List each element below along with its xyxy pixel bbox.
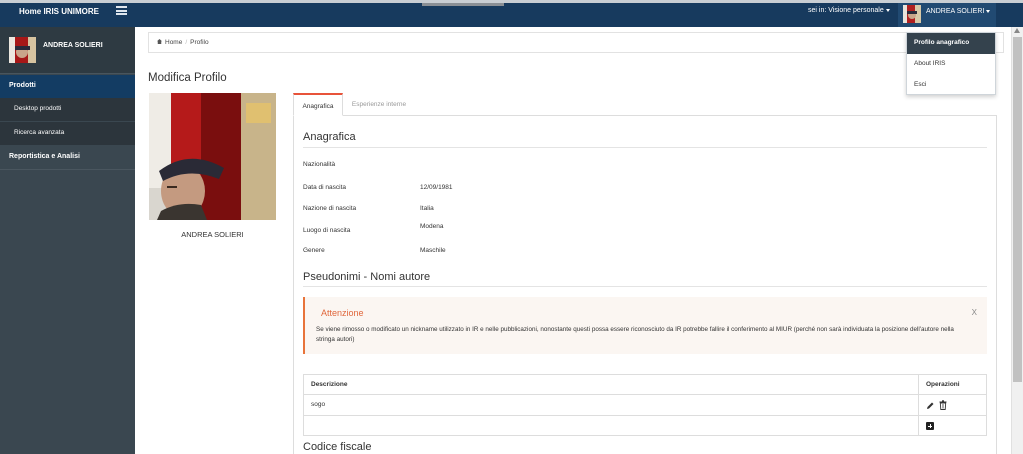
hamburger-menu-icon[interactable] [116,6,127,15]
field-label-nazionalita: Nazionalità [303,161,336,168]
add-plus-icon[interactable] [926,422,934,430]
window-tab-handle [422,3,504,6]
sidebar-profile[interactable]: ANDREA SOLIERI [0,27,135,74]
page-title: Modifica Profilo [148,72,227,84]
menu-item-profilo-anagrafico[interactable]: Profilo anagrafico [907,33,995,54]
column-header-descrizione: Descrizione [311,381,348,388]
field-value-luogo-nascita: Modena [420,223,444,230]
menu-item-esci[interactable]: Esci [907,75,995,96]
chevron-down-icon [885,8,890,12]
vertical-scrollbar[interactable] [1011,27,1023,454]
table-header: Descrizione Operazioni [304,375,986,395]
edit-pencil-icon[interactable] [926,401,934,410]
chevron-down-icon [986,9,991,13]
tab-anagrafica[interactable]: Anagrafica [293,93,343,116]
pseudonym-description: sogo [311,401,326,408]
session-dropdown[interactable]: sei in: Visione personale [808,7,890,14]
pseudonimi-table: Descrizione Operazioni sogo [303,374,987,436]
sidebar-item-ricerca-avanzata[interactable]: Ricerca avanzata [0,122,135,145]
user-menu-toggle[interactable]: ANDREA SOLIERI [898,3,996,27]
scrollbar-thumb[interactable] [1013,37,1022,382]
profile-photo [149,93,276,220]
alert-title: Attenzione [321,308,364,318]
table-row: sogo [304,395,986,416]
alert-message: Se viene rimosso o modificato un nicknam… [316,326,954,343]
section-divider [303,147,987,148]
user-avatar [903,5,921,23]
section-title-anagrafica: Anagrafica [303,131,356,143]
sidebar: ANDREA SOLIERI Prodotti Desktop prodotti… [0,27,135,454]
tab-panel-anagrafica: Anagrafica Nazionalità Data di nascita 1… [293,116,997,454]
breadcrumb-separator: / [185,39,188,46]
warning-alert: Attenzione Se viene rimosso o modificato… [303,297,987,354]
breadcrumb-current: Profilo [190,39,209,46]
sidebar-user-name: ANDREA SOLIERI [43,42,103,49]
sidebar-avatar [9,37,36,63]
menu-item-about-iris[interactable]: About IRIS [907,54,995,75]
field-label-nazione-nascita: Nazione di nascita [303,205,357,212]
section-title-pseudonimi: Pseudonimi - Nomi autore [303,271,431,283]
field-value-nazione-nascita: Italia [420,205,434,212]
user-menu-name: ANDREA SOLIERI [926,8,991,15]
home-icon [157,39,162,44]
top-navbar: Home IRIS UNIMORE sei in: Visione person… [0,0,1023,27]
field-value-data-nascita: 12/09/1981 [420,184,453,191]
trash-icon[interactable] [939,400,947,410]
section-divider [303,286,987,287]
sidebar-item-prodotti[interactable]: Prodotti [0,75,135,98]
breadcrumb-home[interactable]: Home [165,39,182,46]
profile-photo-image [149,93,276,220]
breadcrumb: Home / Profilo [148,32,1004,53]
profile-tabs: Anagrafica Esperienze interne [293,93,997,116]
tab-esperienze-interne[interactable]: Esperienze interne [343,93,415,116]
photo-caption: ANDREA SOLIERI [181,230,244,239]
column-header-operazioni: Operazioni [926,381,960,388]
section-title-codice-fiscale: Codice fiscale [303,441,372,453]
field-label-genere: Genere [303,247,325,254]
user-dropdown-menu: Profilo anagrafico About IRIS Esci [906,32,996,95]
table-row-add [304,416,986,436]
alert-close-button[interactable]: X [972,308,977,317]
field-label-luogo-nascita: Luogo di nascita [303,227,351,234]
home-link[interactable]: Home IRIS UNIMORE [19,7,99,16]
scroll-up-arrow-icon[interactable] [1014,28,1020,33]
sidebar-item-desktop-prodotti[interactable]: Desktop prodotti [0,98,135,121]
sidebar-item-reportistica[interactable]: Reportistica e Analisi [0,147,135,170]
field-label-data-nascita: Data di nascita [303,184,346,191]
session-label: sei in: Visione personale [808,7,884,14]
field-value-genere: Maschile [420,247,446,254]
